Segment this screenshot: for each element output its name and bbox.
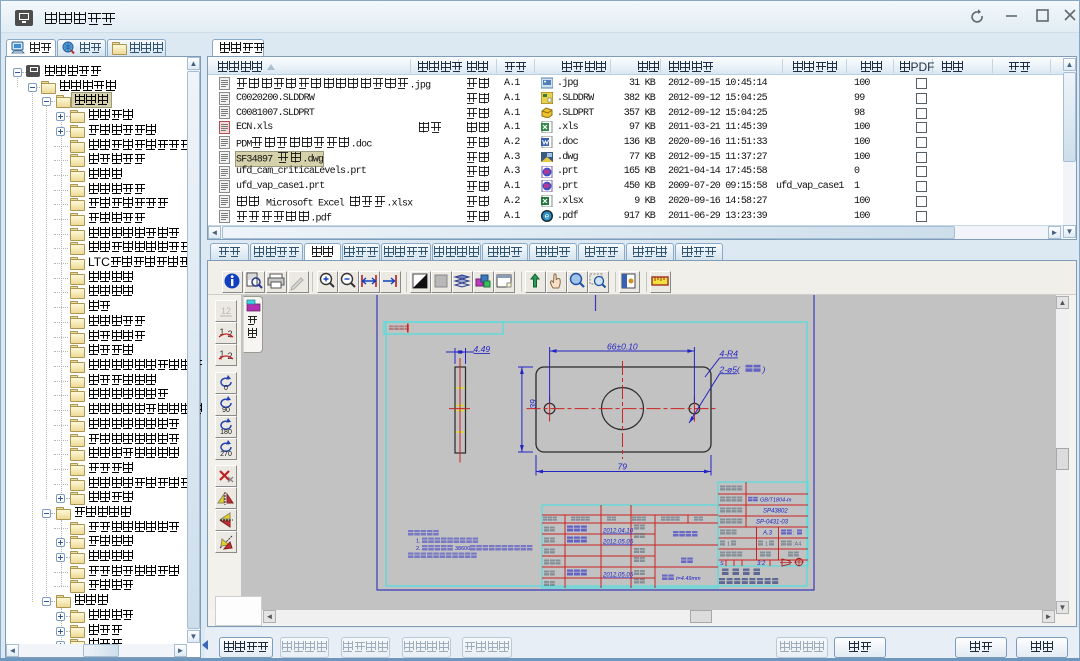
svg-text:S: S — [720, 561, 724, 567]
svg-text:4-R4: 4-R4 — [720, 349, 739, 359]
svg-text:12: 12 — [221, 306, 231, 316]
svg-text:180: 180 — [220, 429, 232, 436]
svg-text:39: 39 — [528, 399, 538, 409]
svg-text:e: e — [545, 212, 550, 221]
svg-text:270: 270 — [220, 451, 232, 458]
svg-text:t=4.49mm: t=4.49mm — [676, 576, 701, 582]
svg-text:2012.05.05: 2012.05.05 — [602, 573, 634, 579]
svg-text::A4: :A4 — [793, 542, 801, 548]
svg-text:SP43802: SP43802 — [763, 509, 788, 515]
svg-text:2012.04.10: 2012.04.10 — [602, 529, 634, 535]
svg-text:2012.05.05: 2012.05.05 — [602, 540, 634, 546]
svg-text:1: 1 — [727, 542, 730, 548]
svg-text:2-ø5(: 2-ø5( — [719, 364, 741, 374]
svg-text:3:2: 3:2 — [757, 561, 766, 567]
svg-text:1: 1 — [765, 542, 768, 548]
svg-text:4.49: 4.49 — [474, 344, 491, 354]
svg-text:79: 79 — [618, 462, 628, 472]
svg-text:0: 0 — [224, 385, 228, 392]
svg-text:A.3: A.3 — [762, 531, 773, 537]
svg-text:66±0.10: 66±0.10 — [607, 342, 638, 352]
svg-text:1.: 1. — [416, 539, 421, 545]
svg-text:SP-0431-03: SP-0431-03 — [756, 520, 789, 526]
svg-text:): ) — [762, 364, 766, 374]
svg-text:38600: 38600 — [455, 546, 470, 552]
svg-text::: : — [793, 531, 795, 537]
svg-text:90: 90 — [222, 407, 230, 414]
svg-text:2.: 2. — [416, 546, 421, 552]
svg-text:GB/T1804-m: GB/T1804-m — [760, 498, 792, 504]
